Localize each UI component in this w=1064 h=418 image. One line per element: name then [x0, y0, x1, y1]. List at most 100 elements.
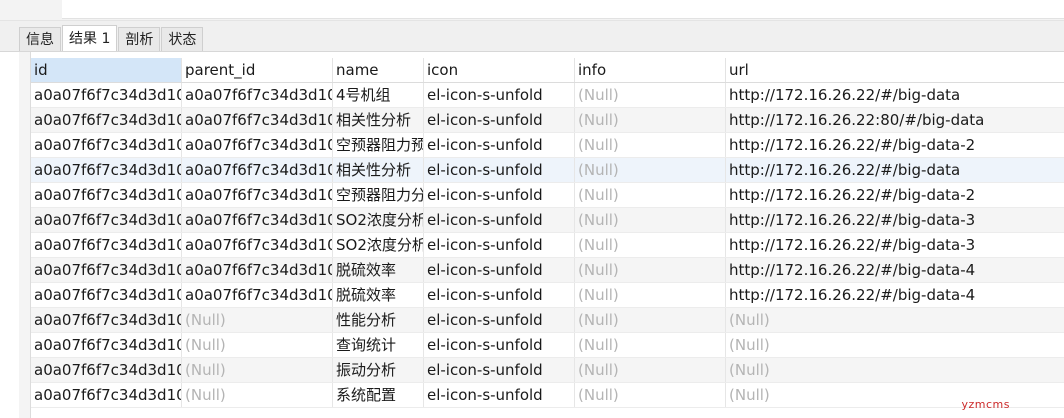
cell-name[interactable]: 脱硫效率: [333, 283, 424, 307]
cell-url[interactable]: http://172.16.26.22/#/big-data-3: [726, 233, 1064, 257]
cell-parent-id[interactable]: (Null): [182, 383, 333, 407]
cell-name[interactable]: 系统配置: [333, 383, 424, 407]
cell-id[interactable]: a0a07f6f7c34d3d10: [31, 108, 182, 132]
cell-id[interactable]: a0a07f6f7c34d3d10: [31, 183, 182, 207]
column-header-id[interactable]: id: [31, 58, 182, 82]
cell-url[interactable]: (Null): [726, 308, 1064, 332]
cell-name[interactable]: 脱硫效率: [333, 258, 424, 282]
cell-info[interactable]: (Null): [575, 183, 726, 207]
cell-id[interactable]: a0a07f6f7c34d3d10: [31, 158, 182, 182]
cell-url[interactable]: (Null): [726, 383, 1064, 407]
table-row[interactable]: a0a07f6f7c34d3d10a0a07f6f7c34d3d10SO2浓度分…: [31, 233, 1064, 258]
table-row[interactable]: a0a07f6f7c34d3d10(Null)性能分析el-icon-s-unf…: [31, 308, 1064, 333]
cell-id[interactable]: a0a07f6f7c34d3d10: [31, 258, 182, 282]
cell-parent-id[interactable]: a0a07f6f7c34d3d10: [182, 158, 333, 182]
cell-parent-id[interactable]: a0a07f6f7c34d3d10: [182, 208, 333, 232]
cell-url[interactable]: (Null): [726, 333, 1064, 357]
cell-url[interactable]: http://172.16.26.22:80/#/big-data: [726, 108, 1064, 132]
cell-parent-id[interactable]: a0a07f6f7c34d3d10: [182, 258, 333, 282]
cell-info[interactable]: (Null): [575, 208, 726, 232]
cell-parent-id[interactable]: a0a07f6f7c34d3d10: [182, 133, 333, 157]
cell-icon[interactable]: el-icon-s-unfold: [424, 258, 575, 282]
cell-parent-id[interactable]: a0a07f6f7c34d3d10: [182, 283, 333, 307]
table-row[interactable]: a0a07f6f7c34d3d10a0a07f6f7c34d3d10空预器阻力分…: [31, 183, 1064, 208]
cell-id[interactable]: a0a07f6f7c34d3d10: [31, 358, 182, 382]
cell-id[interactable]: a0a07f6f7c34d3d10: [31, 283, 182, 307]
cell-info[interactable]: (Null): [575, 83, 726, 107]
cell-parent-id[interactable]: a0a07f6f7c34d3d10: [182, 183, 333, 207]
cell-parent-id[interactable]: a0a07f6f7c34d3d10: [182, 83, 333, 107]
cell-name[interactable]: 振动分析: [333, 358, 424, 382]
table-row[interactable]: a0a07f6f7c34d3d10a0a07f6f7c34d3d10空预器阻力预…: [31, 133, 1064, 158]
cell-name[interactable]: 性能分析: [333, 308, 424, 332]
cell-parent-id[interactable]: a0a07f6f7c34d3d10: [182, 233, 333, 257]
cell-url[interactable]: (Null): [726, 358, 1064, 382]
cell-url[interactable]: http://172.16.26.22/#/big-data-2: [726, 133, 1064, 157]
cell-icon[interactable]: el-icon-s-unfold: [424, 83, 575, 107]
cell-icon[interactable]: el-icon-s-unfold: [424, 283, 575, 307]
cell-name[interactable]: 查询统计: [333, 333, 424, 357]
cell-icon[interactable]: el-icon-s-unfold: [424, 383, 575, 407]
cell-name[interactable]: 空预器阻力分: [333, 183, 424, 207]
cell-parent-id[interactable]: (Null): [182, 358, 333, 382]
table-row[interactable]: a0a07f6f7c34d3d10a0a07f6f7c34d3d10脱硫效率el…: [31, 258, 1064, 283]
cell-info[interactable]: (Null): [575, 383, 726, 407]
cell-id[interactable]: a0a07f6f7c34d3d10: [31, 333, 182, 357]
cell-parent-id[interactable]: (Null): [182, 333, 333, 357]
cell-icon[interactable]: el-icon-s-unfold: [424, 358, 575, 382]
cell-info[interactable]: (Null): [575, 108, 726, 132]
cell-info[interactable]: (Null): [575, 333, 726, 357]
cell-info[interactable]: (Null): [575, 283, 726, 307]
cell-icon[interactable]: el-icon-s-unfold: [424, 183, 575, 207]
cell-name[interactable]: 空预器阻力预: [333, 133, 424, 157]
cell-icon[interactable]: el-icon-s-unfold: [424, 308, 575, 332]
tab-result-1[interactable]: 结果 1: [62, 25, 117, 51]
cell-info[interactable]: (Null): [575, 258, 726, 282]
cell-name[interactable]: 相关性分析: [333, 158, 424, 182]
cell-url[interactable]: http://172.16.26.22/#/big-data-4: [726, 283, 1064, 307]
cell-url[interactable]: http://172.16.26.22/#/big-data: [726, 83, 1064, 107]
column-header-parent-id[interactable]: parent_id: [182, 58, 333, 82]
column-header-url[interactable]: url: [726, 58, 1064, 82]
cell-info[interactable]: (Null): [575, 233, 726, 257]
tab-info[interactable]: 信息: [19, 27, 61, 51]
cell-id[interactable]: a0a07f6f7c34d3d10: [31, 208, 182, 232]
table-row[interactable]: a0a07f6f7c34d3d10a0a07f6f7c34d3d10SO2浓度分…: [31, 208, 1064, 233]
cell-parent-id[interactable]: a0a07f6f7c34d3d10: [182, 108, 333, 132]
cell-name[interactable]: SO2浓度分析: [333, 208, 424, 232]
cell-name[interactable]: 相关性分析: [333, 108, 424, 132]
table-row[interactable]: a0a07f6f7c34d3d10(Null)振动分析el-icon-s-unf…: [31, 358, 1064, 383]
cell-icon[interactable]: el-icon-s-unfold: [424, 233, 575, 257]
cell-id[interactable]: a0a07f6f7c34d3d10: [31, 83, 182, 107]
table-row[interactable]: a0a07f6f7c34d3d10(Null)系统配置el-icon-s-unf…: [31, 383, 1064, 408]
tab-profile[interactable]: 剖析: [118, 27, 160, 51]
column-header-icon[interactable]: icon: [424, 58, 575, 82]
cell-parent-id[interactable]: (Null): [182, 308, 333, 332]
cell-name[interactable]: 4号机组: [333, 83, 424, 107]
table-row[interactable]: a0a07f6f7c34d3d10a0a07f6f7c34d3d10相关性分析e…: [31, 158, 1064, 183]
cell-id[interactable]: a0a07f6f7c34d3d10: [31, 308, 182, 332]
table-row[interactable]: a0a07f6f7c34d3d10(Null)查询统计el-icon-s-unf…: [31, 333, 1064, 358]
cell-icon[interactable]: el-icon-s-unfold: [424, 108, 575, 132]
cell-url[interactable]: http://172.16.26.22/#/big-data: [726, 158, 1064, 182]
cell-id[interactable]: a0a07f6f7c34d3d10: [31, 383, 182, 407]
table-row[interactable]: a0a07f6f7c34d3d10a0a07f6f7c34d3d10脱硫效率el…: [31, 283, 1064, 308]
column-header-info[interactable]: info: [575, 58, 726, 82]
cell-info[interactable]: (Null): [575, 133, 726, 157]
cell-info[interactable]: (Null): [575, 308, 726, 332]
cell-info[interactable]: (Null): [575, 158, 726, 182]
cell-id[interactable]: a0a07f6f7c34d3d10: [31, 233, 182, 257]
cell-icon[interactable]: el-icon-s-unfold: [424, 208, 575, 232]
table-row[interactable]: a0a07f6f7c34d3d10a0a07f6f7c34d3d104号机组el…: [31, 83, 1064, 108]
cell-id[interactable]: a0a07f6f7c34d3d10: [31, 133, 182, 157]
cell-icon[interactable]: el-icon-s-unfold: [424, 133, 575, 157]
cell-name[interactable]: SO2浓度分析: [333, 233, 424, 257]
cell-icon[interactable]: el-icon-s-unfold: [424, 333, 575, 357]
table-row[interactable]: a0a07f6f7c34d3d10a0a07f6f7c34d3d10相关性分析e…: [31, 108, 1064, 133]
tab-status[interactable]: 状态: [161, 27, 203, 51]
column-header-name[interactable]: name: [333, 58, 424, 82]
cell-url[interactable]: http://172.16.26.22/#/big-data-2: [726, 183, 1064, 207]
cell-url[interactable]: http://172.16.26.22/#/big-data-4: [726, 258, 1064, 282]
cell-url[interactable]: http://172.16.26.22/#/big-data-3: [726, 208, 1064, 232]
cell-icon[interactable]: el-icon-s-unfold: [424, 158, 575, 182]
